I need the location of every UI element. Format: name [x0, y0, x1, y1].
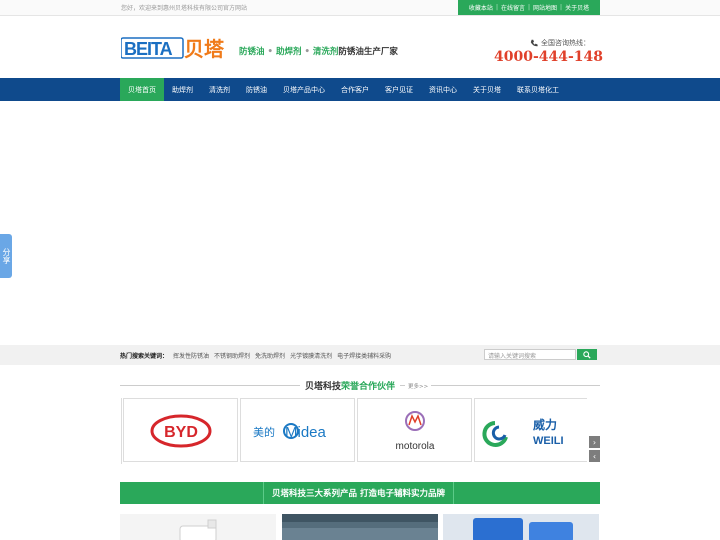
- partner-card-weili[interactable]: 威力 WEILI: [474, 398, 587, 462]
- divider: |: [560, 4, 563, 11]
- svg-text:BEITA: BEITA: [124, 39, 173, 59]
- nav-item-news[interactable]: 资讯中心: [421, 78, 465, 101]
- partners-title-prefix: 贝塔科技: [305, 382, 342, 392]
- header-slogan: 防锈油 • 助焊剂 • 清洗剂防锈油生产厂家: [239, 46, 415, 58]
- nav-item-clients[interactable]: 合作客户: [333, 78, 377, 101]
- search-icon: [583, 350, 591, 359]
- partner-name-en: WEILI: [533, 435, 564, 447]
- nav-item-about[interactable]: 关于贝塔: [465, 78, 509, 101]
- product-thumb-3[interactable]: [443, 514, 599, 540]
- top-link-about[interactable]: 关于贝塔: [565, 3, 589, 12]
- keyword-bar: 热门搜索关键词： 挥发性防锈油 不锈钢助焊剂 免洗助焊剂 光学镀膜清洗剂 电子焊…: [0, 345, 720, 365]
- partner-card-byd[interactable]: BYD: [123, 398, 238, 462]
- bullet: •: [304, 47, 310, 57]
- product-image: [473, 518, 573, 540]
- keyword-link[interactable]: 不锈钢助焊剂: [214, 351, 250, 360]
- welcome-text: 您好，欢迎来到惠州贝塔科技有限公司官方网站: [121, 5, 248, 12]
- partner-name: BYD: [164, 424, 198, 441]
- partners-carousel: BYD 美的 Midea motorola 威力 WEILI: [121, 398, 587, 464]
- partners-title: 贝塔科技荣誉合作伙伴: [300, 379, 401, 392]
- chevron-right-icon: ›: [592, 437, 597, 447]
- main-nav: 贝塔首页 助焊剂 清洗剂 防锈油 贝塔产品中心 合作客户 客户见证 资讯中心 关…: [0, 78, 720, 101]
- search-button[interactable]: [577, 349, 597, 360]
- svg-text:贝塔: 贝塔: [184, 37, 225, 61]
- series-banner: 贝塔科技三大系列产品 打造电子辅料实力品牌: [120, 482, 600, 504]
- nav-item-flux[interactable]: 助焊剂: [164, 78, 201, 101]
- carousel-prev-button[interactable]: ‹: [589, 450, 600, 462]
- top-links: 收藏本站 | 在线留言 | 网站地图 | 关于贝塔: [458, 0, 600, 15]
- nav-item-contact[interactable]: 联系贝塔化工: [509, 78, 567, 101]
- share-label: 分享: [2, 248, 11, 264]
- keyword-link[interactable]: 电子焊接类辅料采购: [337, 351, 391, 360]
- divider: |: [495, 4, 498, 11]
- nav-item-cleaner[interactable]: 清洗剂: [201, 78, 238, 101]
- product-thumb-2[interactable]: [282, 514, 438, 540]
- hotline-label-row: 全国咨询热线：: [530, 38, 590, 48]
- nav-item-rust-oil[interactable]: 防锈油: [238, 78, 275, 101]
- nav-item-products[interactable]: 贝塔产品中心: [275, 78, 333, 101]
- product-image: [282, 514, 438, 540]
- share-tab[interactable]: 分享: [0, 234, 12, 278]
- partners-title-highlight: 荣誉合作伙伴: [341, 382, 396, 392]
- beita-logo[interactable]: BEITA 贝塔: [121, 35, 233, 61]
- keyword-link[interactable]: 免洗助焊剂: [255, 351, 285, 360]
- slogan-suffix: 防锈油生产厂家: [338, 47, 398, 57]
- partner-name-cn: 威力: [533, 417, 557, 432]
- hotline-number[interactable]: 4000-444-148: [494, 49, 603, 65]
- top-link-sitemap[interactable]: 网站地图: [533, 3, 557, 12]
- weili-logo: 威力 WEILI: [482, 417, 564, 447]
- top-link-favorite[interactable]: 收藏本站: [469, 3, 493, 12]
- nav-item-home[interactable]: 贝塔首页: [120, 78, 164, 101]
- motorola-logo: motorola: [396, 411, 435, 452]
- top-bar: 您好，欢迎来到惠州贝塔科技有限公司官方网站 收藏本站 | 在线留言 | 网站地图…: [0, 0, 720, 16]
- nav-item-testimonials[interactable]: 客户见证: [377, 78, 421, 101]
- divider: |: [527, 4, 531, 11]
- keyword-label: 热门搜索关键词：: [120, 353, 169, 360]
- series-title: 贝塔科技三大系列产品 打造电子辅料实力品牌: [263, 482, 454, 504]
- slogan-item: 清洗剂: [312, 47, 339, 57]
- phone-icon: [530, 39, 538, 47]
- top-link-message[interactable]: 在线留言: [501, 3, 525, 12]
- keyword-link[interactable]: 挥发性防锈油: [173, 351, 209, 360]
- keyword-link[interactable]: 光学镀膜清洗剂: [290, 351, 332, 360]
- hotline-label: 全国咨询热线：: [541, 39, 590, 47]
- partner-card-motorola[interactable]: motorola: [357, 398, 472, 462]
- product-image: [179, 519, 217, 540]
- search-input[interactable]: 请输入关键词搜索: [484, 349, 576, 360]
- midea-logo: 美的 Midea: [253, 423, 327, 441]
- hero-banner[interactable]: [0, 101, 720, 345]
- carousel-next-button[interactable]: ›: [589, 436, 600, 448]
- partner-name-cn: 美的: [253, 425, 275, 439]
- slogan-item: 防锈油: [239, 47, 265, 57]
- partners-more-link[interactable]: 更多>>: [405, 382, 432, 390]
- product-thumb-1[interactable]: [120, 514, 276, 540]
- bullet: •: [267, 47, 273, 57]
- slogan-item: 助焊剂: [275, 47, 302, 57]
- partner-name: motorola: [396, 441, 435, 452]
- partner-card-midea[interactable]: 美的 Midea: [240, 398, 355, 462]
- chevron-left-icon: ‹: [592, 451, 597, 461]
- partner-name-en: Midea: [285, 424, 327, 441]
- byd-logo: BYD: [150, 414, 212, 448]
